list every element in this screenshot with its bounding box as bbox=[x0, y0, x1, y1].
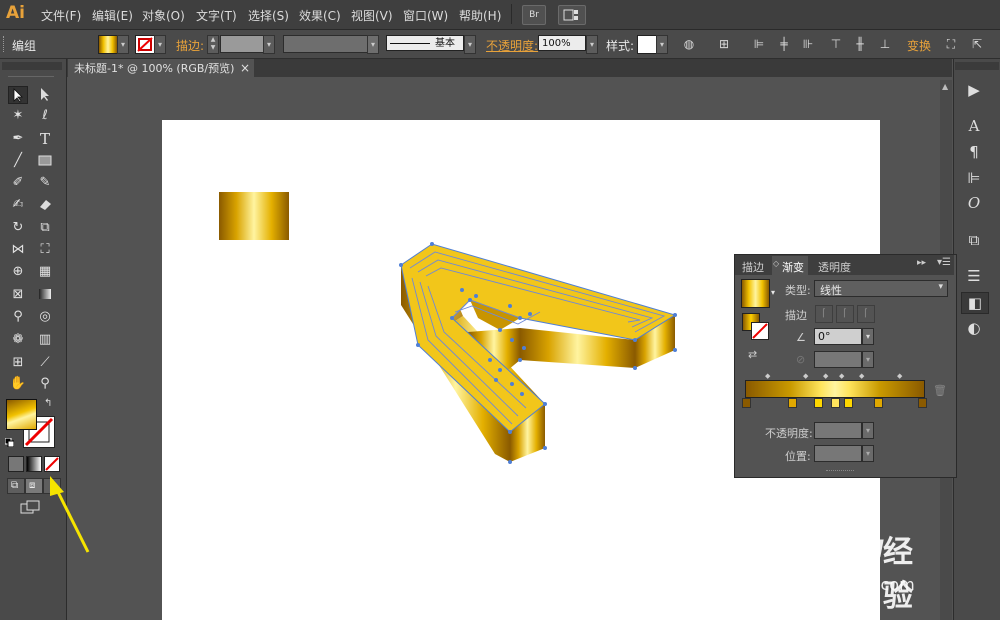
tab-gradient-label: 渐变 bbox=[782, 261, 804, 274]
stop-location-dropdown[interactable]: ▾ bbox=[862, 445, 874, 462]
stop-location-label: 位置: bbox=[785, 450, 811, 463]
angle-value: 0° bbox=[818, 330, 831, 343]
gradient-thumbnail-dropdown-icon[interactable]: ▾ bbox=[771, 288, 775, 297]
pathfinder-panel-icon[interactable]: ⧉ bbox=[961, 230, 987, 250]
tab-toggle-icon: ◇ bbox=[773, 259, 780, 268]
stop-opacity-dropdown[interactable]: ▾ bbox=[862, 422, 874, 439]
color-stop[interactable] bbox=[742, 398, 751, 408]
tab-transparency[interactable]: 透明度 bbox=[818, 259, 851, 275]
aspect-ratio-dropdown[interactable]: ▾ bbox=[862, 351, 874, 368]
gradient-type-value: 线性 bbox=[820, 284, 842, 297]
midpoint-diamond[interactable]: ◆ bbox=[765, 372, 770, 380]
watermark-brand-cn: 经验 bbox=[883, 535, 913, 614]
stop-location-field[interactable] bbox=[814, 445, 862, 462]
midpoint-diamond[interactable]: ◆ bbox=[803, 372, 808, 380]
none-stroke-icon bbox=[752, 323, 768, 339]
color-stop[interactable] bbox=[874, 398, 883, 408]
play-action-icon[interactable]: ▶ bbox=[961, 80, 987, 100]
tab-stroke[interactable]: 描边 bbox=[742, 259, 764, 275]
midpoint-diamond[interactable]: ◆ bbox=[859, 372, 864, 380]
gradient-slider[interactable] bbox=[745, 380, 925, 398]
midpoint-diamond[interactable]: ◆ bbox=[897, 372, 902, 380]
character-panel-icon[interactable]: A bbox=[961, 116, 987, 136]
stop-opacity-field[interactable] bbox=[814, 422, 862, 439]
aspect-ratio-field[interactable] bbox=[814, 351, 862, 368]
tab-gradient[interactable]: ◇ 渐变 bbox=[772, 256, 808, 275]
gradient-stroke-label: 描边 bbox=[785, 309, 807, 322]
annotation-arrow bbox=[50, 476, 90, 553]
reverse-gradient-icon[interactable]: ⇄ bbox=[748, 348, 757, 361]
align-panel-icon[interactable]: ⊫ bbox=[961, 168, 987, 188]
chevron-down-icon: ▾ bbox=[938, 282, 943, 292]
angle-field[interactable]: 0° bbox=[814, 328, 862, 345]
gradient-type-label: 类型: bbox=[785, 284, 811, 297]
stroke-gradient-along-button[interactable]: ⌈ bbox=[836, 305, 854, 323]
midpoint-diamond[interactable]: ◆ bbox=[823, 372, 828, 380]
color-stop[interactable] bbox=[814, 398, 823, 408]
3d-letter-a[interactable] bbox=[399, 242, 677, 464]
gradient-rectangle[interactable] bbox=[219, 192, 289, 240]
opentype-panel-icon[interactable]: O bbox=[961, 193, 987, 213]
gradient-thumbnail[interactable] bbox=[741, 279, 770, 308]
color-stop[interactable] bbox=[844, 398, 853, 408]
panel-resize-grip[interactable] bbox=[826, 470, 854, 475]
collapse-panel-icon[interactable]: ▸▸ bbox=[917, 258, 926, 268]
dock-header bbox=[955, 62, 999, 70]
color-stop[interactable] bbox=[788, 398, 797, 408]
angle-icon: ∠ bbox=[796, 331, 806, 344]
watermark-url: jingyan.baidu.com bbox=[767, 575, 915, 594]
gradient-panel-icon[interactable]: ◧ bbox=[961, 292, 989, 314]
stroke-gradient-across-button[interactable]: ⌈ bbox=[857, 305, 875, 323]
watermark-brand-right: du bbox=[839, 527, 885, 565]
angle-dropdown[interactable]: ▾ bbox=[862, 328, 874, 345]
stroke-gradient-within-button[interactable]: ⌈ bbox=[815, 305, 833, 323]
paragraph-panel-icon[interactable]: ¶ bbox=[961, 142, 987, 162]
transparency-panel-icon[interactable]: ◐ bbox=[961, 318, 987, 338]
delete-stop-icon[interactable]: 🗑 bbox=[933, 384, 947, 397]
gradient-type-select[interactable]: 线性 ▾ bbox=[814, 280, 948, 297]
color-stop[interactable] bbox=[831, 398, 840, 408]
color-stop[interactable] bbox=[918, 398, 927, 408]
stop-opacity-label: 不透明度: bbox=[765, 427, 813, 440]
panel-options-icon[interactable]: ▾☰ bbox=[937, 257, 951, 268]
watermark-brand-left: Bai bbox=[765, 527, 822, 565]
midpoint-diamond[interactable]: ◆ bbox=[839, 372, 844, 380]
gradient-stroke-indicator[interactable] bbox=[751, 322, 769, 340]
stroke-panel-icon[interactable]: ☰ bbox=[961, 266, 987, 286]
aspect-ratio-icon: ⊘ bbox=[796, 353, 806, 366]
